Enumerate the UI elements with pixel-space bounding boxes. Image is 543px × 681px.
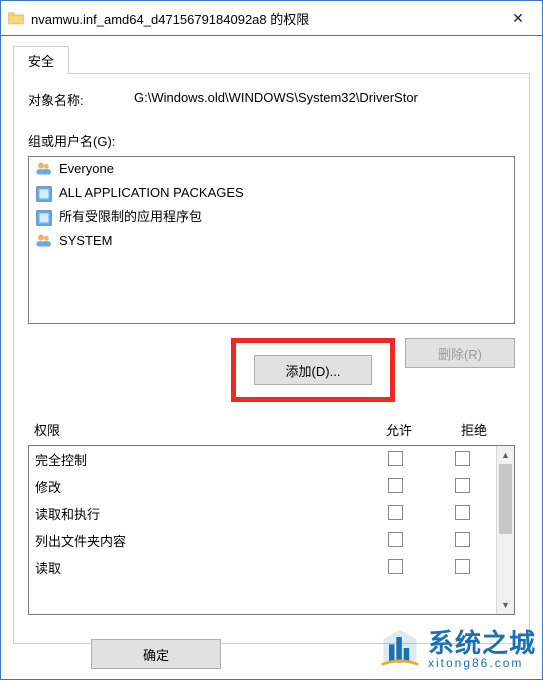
- permissions-table: 完全控制 修改 读取和执行 列出文件夹内容: [28, 445, 515, 615]
- table-row: 修改: [29, 473, 496, 500]
- permission-name: 修改: [35, 477, 356, 496]
- permission-name: 读取: [35, 558, 356, 577]
- list-item-label: ALL APPLICATION PACKAGES: [59, 183, 244, 203]
- table-row: 完全控制: [29, 446, 496, 473]
- close-button[interactable]: ✕: [494, 1, 542, 35]
- package-icon: [35, 209, 53, 225]
- scroll-thumb[interactable]: [499, 464, 512, 534]
- list-item-label: SYSTEM: [59, 231, 112, 251]
- table-row: 列出文件夹内容: [29, 527, 496, 554]
- close-icon: ✕: [512, 10, 524, 27]
- table-row: 读取: [29, 554, 496, 581]
- permissions-scrollbar[interactable]: ▲ ▼: [496, 446, 514, 614]
- object-path: G:\Windows.old\WINDOWS\System32\DriverSt…: [134, 90, 515, 109]
- deny-checkbox[interactable]: [455, 532, 470, 547]
- list-item[interactable]: 所有受限制的应用程序包: [29, 205, 514, 229]
- tab-security[interactable]: 安全: [13, 46, 69, 75]
- permission-name: 读取和执行: [35, 504, 356, 523]
- scroll-down-icon[interactable]: ▼: [497, 596, 514, 614]
- scroll-track[interactable]: [497, 464, 514, 596]
- allow-checkbox[interactable]: [388, 451, 403, 466]
- list-item[interactable]: ALL APPLICATION PACKAGES: [29, 181, 514, 205]
- allow-checkbox[interactable]: [388, 505, 403, 520]
- list-item-label: Everyone: [59, 159, 114, 179]
- permissions-rows: 完全控制 修改 读取和执行 列出文件夹内容: [29, 446, 496, 614]
- add-button-highlight: 添加(D)...: [231, 338, 395, 402]
- add-remove-row: 添加(D)... 删除(R): [28, 338, 515, 402]
- permission-name: 列出文件夹内容: [35, 531, 356, 550]
- deny-column-label: 拒绝: [439, 420, 509, 439]
- deny-checkbox[interactable]: [455, 478, 470, 493]
- deny-checkbox[interactable]: [455, 451, 470, 466]
- scroll-up-icon[interactable]: ▲: [497, 446, 514, 464]
- groups-label: 组或用户名(G):: [28, 131, 515, 150]
- list-item[interactable]: SYSTEM: [29, 229, 514, 253]
- allow-checkbox[interactable]: [388, 559, 403, 574]
- ok-button[interactable]: 确定: [91, 639, 221, 669]
- remove-button[interactable]: 删除(R): [405, 338, 515, 368]
- list-item-label: 所有受限制的应用程序包: [59, 207, 202, 227]
- table-row: 读取和执行: [29, 500, 496, 527]
- permissions-label: 权限: [34, 420, 359, 439]
- object-label: 对象名称:: [28, 90, 134, 109]
- window-title: nvamwu.inf_amd64_d4715679184092a8 的权限: [31, 9, 494, 28]
- deny-checkbox[interactable]: [455, 505, 470, 520]
- object-row: 对象名称: G:\Windows.old\WINDOWS\System32\Dr…: [28, 90, 515, 109]
- add-button[interactable]: 添加(D)...: [254, 355, 372, 385]
- ok-row: 确定: [1, 639, 542, 669]
- package-icon: [35, 185, 53, 201]
- list-item[interactable]: Everyone: [29, 157, 514, 181]
- tab-content: 对象名称: G:\Windows.old\WINDOWS\System32\Dr…: [13, 74, 530, 644]
- users-icon: [35, 161, 53, 177]
- users-icon: [35, 233, 53, 249]
- tab-strip: 安全: [13, 46, 530, 74]
- permission-name: 完全控制: [35, 450, 356, 469]
- window-body: 安全 对象名称: G:\Windows.old\WINDOWS\System32…: [0, 36, 543, 680]
- groups-list[interactable]: Everyone ALL APPLICATION PACKAGES 所有受限制的…: [28, 156, 515, 324]
- permissions-header: 权限 允许 拒绝: [28, 420, 515, 445]
- allow-checkbox[interactable]: [388, 478, 403, 493]
- allow-column-label: 允许: [359, 420, 439, 439]
- deny-checkbox[interactable]: [455, 559, 470, 574]
- allow-checkbox[interactable]: [388, 532, 403, 547]
- folder-icon: [7, 9, 25, 27]
- title-bar: nvamwu.inf_amd64_d4715679184092a8 的权限 ✕: [0, 0, 543, 36]
